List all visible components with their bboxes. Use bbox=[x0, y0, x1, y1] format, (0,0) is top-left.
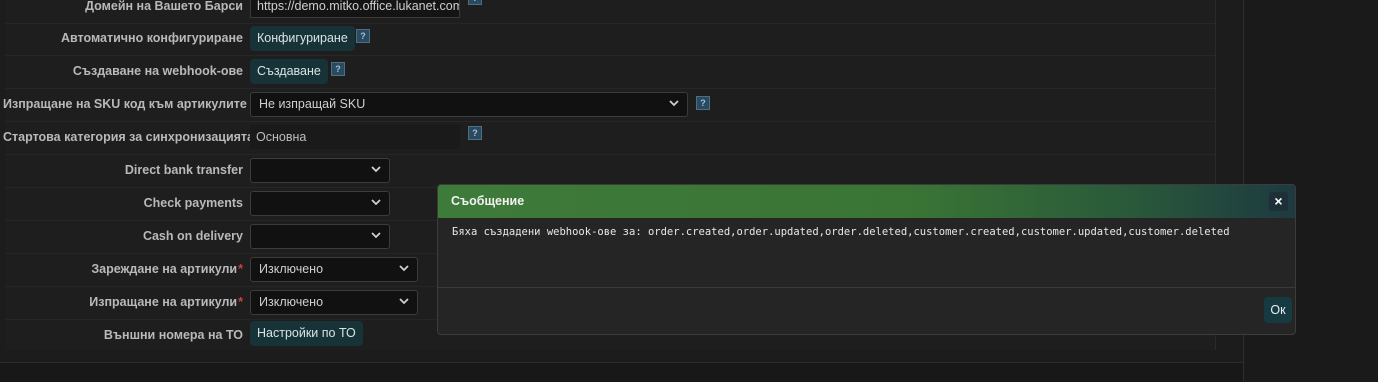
chevron-down-icon bbox=[371, 166, 381, 173]
dialog-header: Съобщение × bbox=[438, 185, 1295, 218]
sku-select[interactable]: Не изпращай SKU bbox=[250, 92, 688, 117]
chevron-down-icon bbox=[669, 100, 679, 107]
configure-button[interactable]: Конфигуриране bbox=[250, 26, 355, 51]
label-check-payments: Check payments bbox=[143, 196, 243, 210]
label-start-category: Стартова категория за синхронизацията bbox=[3, 130, 255, 144]
form-row-sku: Изпращане на SKU код към артикулите Не и… bbox=[3, 88, 1215, 122]
send-items-value: Изключено bbox=[259, 295, 324, 309]
required-marker: * bbox=[238, 262, 243, 276]
label-load-items: Зареждане на артикули* bbox=[91, 262, 243, 276]
chevron-down-icon bbox=[371, 199, 381, 206]
cash-on-delivery-select[interactable] bbox=[250, 224, 390, 249]
start-category-input[interactable]: Основна bbox=[250, 125, 460, 149]
label-direct-bank: Direct bank transfer bbox=[124, 163, 243, 177]
load-items-select[interactable]: Изключено bbox=[250, 257, 418, 282]
help-icon[interactable]: ? bbox=[468, 126, 482, 140]
help-icon[interactable]: ? bbox=[696, 96, 710, 110]
label-domain: Домейн на Вашето Барси bbox=[85, 0, 243, 13]
chevron-down-icon bbox=[399, 265, 409, 272]
direct-bank-select[interactable] bbox=[250, 158, 390, 183]
label-auto-config: Автоматично конфигуриране bbox=[60, 31, 243, 45]
load-items-value: Изключено bbox=[259, 262, 324, 276]
form-row-auto-config: Автоматично конфигуриране Конфигуриране … bbox=[5, 22, 1215, 56]
dialog-title: Съобщение bbox=[451, 194, 525, 208]
send-items-select[interactable]: Изключено bbox=[250, 290, 418, 315]
label-send-items: Изпращане на артикули* bbox=[89, 295, 243, 309]
form-row-domain: Домейн на Вашето Барси https://demo.mitk… bbox=[5, 0, 1215, 24]
label-cash-on-delivery: Cash on delivery bbox=[142, 229, 243, 243]
form-row-webhooks: Създаване на webhook-ове Създаване ? bbox=[5, 55, 1215, 89]
pos-settings-button[interactable]: Настройки по ТО bbox=[250, 321, 363, 346]
chevron-down-icon bbox=[399, 298, 409, 305]
chevron-down-icon bbox=[371, 232, 381, 239]
ok-button[interactable]: Ок bbox=[1264, 297, 1292, 323]
sku-select-value: Не изпращай SKU bbox=[259, 97, 366, 111]
check-payments-select[interactable] bbox=[250, 191, 390, 216]
help-icon[interactable]: ? bbox=[356, 29, 370, 43]
required-marker: * bbox=[238, 295, 243, 309]
form-row-direct-bank: Direct bank transfer bbox=[5, 154, 1215, 188]
message-dialog: Съобщение × Бяха създадени webhook-ове з… bbox=[437, 184, 1296, 335]
create-webhooks-button[interactable]: Създаване bbox=[250, 59, 328, 84]
label-external-numbers: Външни номера на ТО bbox=[103, 328, 243, 342]
help-icon[interactable]: ? bbox=[331, 62, 345, 76]
label-webhooks: Създаване на webhook-ове bbox=[72, 64, 243, 78]
dialog-body: Бяха създадени webhook-ове за: order.cre… bbox=[438, 218, 1295, 288]
dialog-message: Бяха създадени webhook-ове за: order.cre… bbox=[452, 226, 1230, 238]
close-icon[interactable]: × bbox=[1269, 192, 1288, 211]
label-sku: Изпращане на SKU код към артикулите bbox=[3, 97, 247, 111]
form-row-start-category: Стартова категория за синхронизацията Ос… bbox=[3, 121, 1215, 155]
bottom-strip bbox=[0, 362, 1243, 382]
domain-input[interactable]: https://demo.mitko.office.lukanet.com bbox=[250, 0, 460, 18]
help-icon[interactable]: ? bbox=[468, 0, 482, 5]
